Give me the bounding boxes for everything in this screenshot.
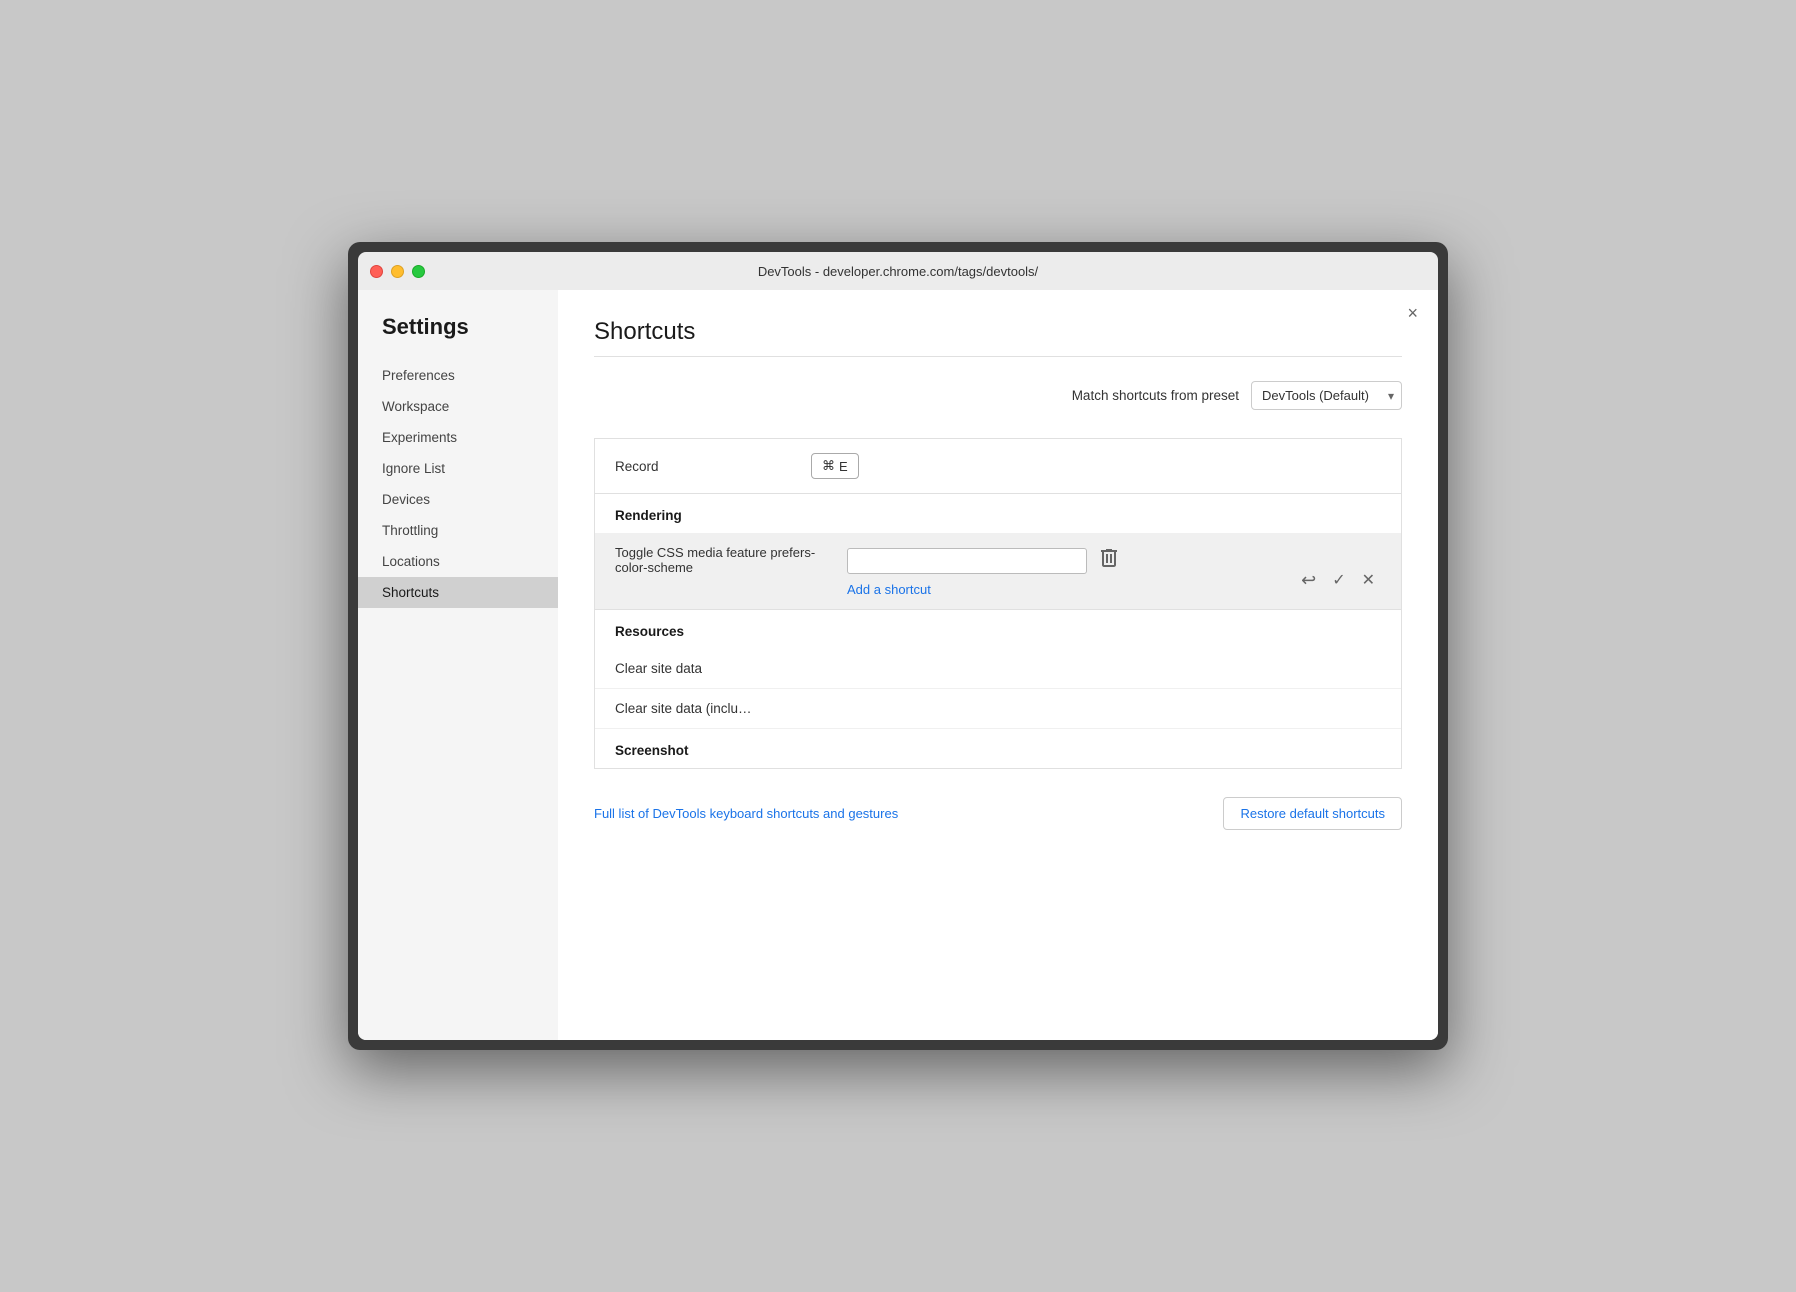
bottom-bar: Full list of DevTools keyboard shortcuts… bbox=[594, 797, 1402, 840]
sidebar-item-preferences[interactable]: Preferences bbox=[358, 360, 558, 391]
add-shortcut-link[interactable]: Add a shortcut bbox=[847, 582, 1283, 597]
minimize-button[interactable] bbox=[391, 265, 404, 278]
sidebar-item-locations[interactable]: Locations bbox=[358, 546, 558, 577]
traffic-lights bbox=[370, 265, 425, 278]
confirm-button[interactable]: ✓ bbox=[1326, 567, 1351, 593]
preset-row: Match shortcuts from preset DevTools (De… bbox=[594, 381, 1402, 410]
delete-shortcut-button[interactable] bbox=[1095, 545, 1123, 576]
sidebar-title: Settings bbox=[358, 314, 558, 360]
sidebar-item-experiments[interactable]: Experiments bbox=[358, 422, 558, 453]
sidebar-item-devices[interactable]: Devices bbox=[358, 484, 558, 515]
shortcuts-area: Record ⌘ E Rendering Toggle CSS media fe… bbox=[594, 438, 1402, 769]
title-divider bbox=[594, 356, 1402, 357]
resource-item-0: Clear site data bbox=[595, 649, 1401, 689]
resource-item-1: Clear site data (inclu… bbox=[595, 689, 1401, 729]
sidebar-item-ignore-list[interactable]: Ignore List bbox=[358, 453, 558, 484]
page-title: Shortcuts bbox=[594, 318, 1402, 346]
preset-select-wrapper: DevTools (Default) Visual Studio Code bbox=[1251, 381, 1402, 410]
close-button[interactable] bbox=[370, 265, 383, 278]
screenshot-section-header: Screenshot bbox=[595, 729, 1401, 768]
window-body: Settings Preferences Workspace Experimen… bbox=[358, 290, 1438, 1040]
main-content: × Shortcuts Match shortcuts from preset … bbox=[558, 290, 1438, 1040]
sidebar: Settings Preferences Workspace Experimen… bbox=[358, 290, 558, 1040]
preset-label: Match shortcuts from preset bbox=[1072, 388, 1239, 403]
sidebar-item-shortcuts[interactable]: Shortcuts bbox=[358, 577, 558, 608]
sidebar-item-workspace[interactable]: Workspace bbox=[358, 391, 558, 422]
full-list-link[interactable]: Full list of DevTools keyboard shortcuts… bbox=[594, 806, 898, 821]
cancel-edit-button[interactable]: ✕ bbox=[1356, 567, 1381, 593]
maximize-button[interactable] bbox=[412, 265, 425, 278]
toggle-css-label: Toggle CSS media feature prefers-color-s… bbox=[615, 545, 835, 575]
rendering-row-inner: Toggle CSS media feature prefers-color-s… bbox=[615, 545, 1381, 597]
record-row: Record ⌘ E bbox=[595, 439, 1401, 494]
rendering-row: Toggle CSS media feature prefers-color-s… bbox=[595, 533, 1401, 610]
sidebar-item-throttling[interactable]: Throttling bbox=[358, 515, 558, 546]
key-letter: E bbox=[839, 459, 848, 474]
restore-defaults-button[interactable]: Restore default shortcuts bbox=[1223, 797, 1402, 830]
dialog-close-button[interactable]: × bbox=[1407, 304, 1418, 322]
undo-button[interactable]: ↩ bbox=[1295, 567, 1322, 593]
window: DevTools - developer.chrome.com/tags/dev… bbox=[348, 242, 1448, 1050]
titlebar: DevTools - developer.chrome.com/tags/dev… bbox=[358, 252, 1438, 290]
window-title: DevTools - developer.chrome.com/tags/dev… bbox=[370, 264, 1426, 279]
shortcut-input-field[interactable] bbox=[847, 548, 1087, 574]
key-symbol: ⌘ bbox=[822, 458, 835, 474]
rendering-section-header: Rendering bbox=[595, 494, 1401, 533]
record-key-badge: ⌘ E bbox=[811, 453, 859, 479]
shortcut-input-row bbox=[847, 545, 1283, 576]
record-label: Record bbox=[615, 459, 795, 474]
shortcut-input-area: Add a shortcut bbox=[847, 545, 1283, 597]
action-buttons: ↩ ✓ ✕ bbox=[1295, 567, 1381, 597]
resources-section-header: Resources bbox=[595, 610, 1401, 649]
preset-select[interactable]: DevTools (Default) Visual Studio Code bbox=[1251, 381, 1402, 410]
